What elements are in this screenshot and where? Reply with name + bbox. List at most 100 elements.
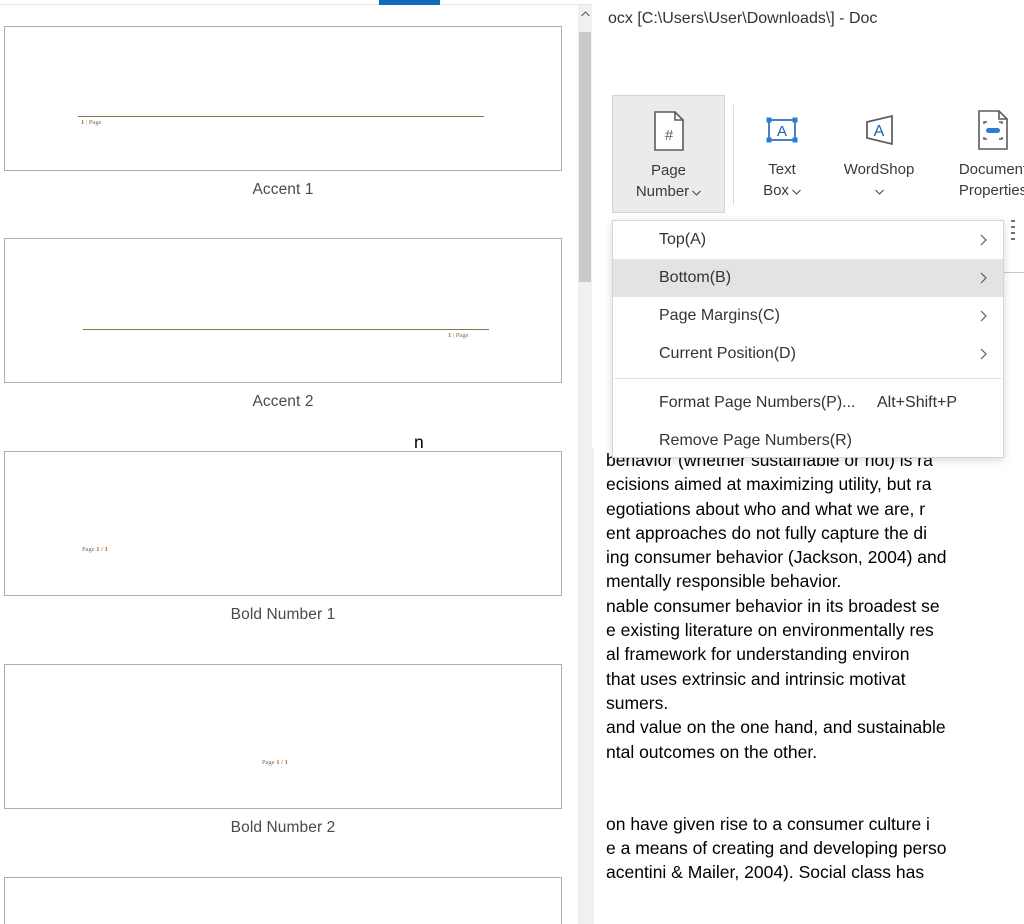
document-line: al framework for understanding environ: [606, 644, 910, 665]
chevron-right-icon: [980, 259, 987, 297]
gallery-item-label: Accent 1: [252, 181, 314, 198]
wordshop-icon: A: [858, 95, 900, 159]
document-line: sumers.: [606, 692, 669, 713]
menu-item-label: Bottom(B): [659, 269, 732, 286]
more-vertical-icon[interactable]: [1011, 220, 1017, 254]
menu-item-label: Current Position(D): [659, 345, 796, 362]
menu-item-page-margins[interactable]: Page Margins(C): [613, 297, 1003, 335]
page-label: Page: [82, 546, 97, 553]
document-window: ocx [C:\Users\User\Downloads\] - Doc # P…: [592, 0, 1024, 924]
gallery-item-accent-2[interactable]: 1 | Page Accent 2: [4, 238, 562, 412]
document-line: and value on the one hand, and sustainab…: [606, 717, 946, 738]
gallery-item-label: Bold Number 2: [230, 819, 336, 836]
wordshop-button[interactable]: A WordShop: [824, 95, 934, 213]
scroll-up-button[interactable]: [578, 5, 592, 22]
menu-item-remove-page-numbers[interactable]: Remove Page Numbers(R): [613, 422, 1003, 460]
gallery-item-accent-1[interactable]: 1 | Page Accent 1: [4, 26, 562, 200]
gallery-thumbnail[interactable]: Page 1 / 1: [4, 451, 562, 596]
chevron-down-icon[interactable]: [692, 181, 702, 202]
document-line: ntal outcomes on the other.: [606, 741, 818, 762]
dot: [1011, 220, 1015, 222]
chevron-right-icon: [980, 297, 987, 335]
gallery-item-bold-number-2[interactable]: Page 1 / 1 Bold Number 2: [4, 664, 562, 838]
page-number-word: Page: [88, 119, 102, 126]
document-line: egotiations about who and what we are, r: [606, 498, 926, 519]
text-box-button[interactable]: A Text Box: [744, 95, 820, 213]
document-paragraph: behavior (whether sustainable or not) is…: [592, 448, 1024, 594]
page-number-gallery-panel: 1 | Page Accent 1 1 | Page Accent 2 Page…: [0, 5, 593, 924]
menu-item-label: Page Margins(C): [659, 307, 780, 324]
thumbnail-page-number-text: Page 1 / 1: [82, 546, 108, 554]
menu-item-top[interactable]: Top(A): [613, 221, 1003, 259]
document-line: that uses extrinsic and intrinsic motiva…: [606, 668, 906, 689]
ribbon-right-divider: [1004, 272, 1024, 273]
chevron-down-icon[interactable]: [792, 180, 801, 201]
wordshop-button-dropdown-row: [874, 180, 884, 201]
thumbnail-page-number-text: 1 | Page: [81, 119, 101, 127]
document-properties-button[interactable]: Document Properties: [938, 95, 1024, 213]
dot: [1011, 226, 1015, 228]
page-number-menu[interactable]: Top(A) Bottom(B) Page Margins(C) Current…: [612, 220, 1004, 458]
ribbon-insert-group: # Page Number A Text Box A WordShop Docu…: [592, 95, 1024, 220]
page-number-icon: #: [652, 96, 686, 160]
gallery-item-partial[interactable]: [4, 877, 562, 924]
window-title: ocx [C:\Users\User\Downloads\] - Doc: [608, 10, 878, 27]
clipped-text-fragment: n: [414, 432, 424, 452]
svg-text:A: A: [777, 123, 787, 140]
document-paragraph: on have given rise to a consumer culture…: [592, 812, 1024, 885]
text-box-icon: A: [762, 95, 802, 159]
thumbnail-page-number-text: Page 1 / 1: [262, 759, 288, 767]
chevron-up-icon: [580, 10, 590, 17]
document-text-area[interactable]: behavior (whether sustainable or not) is…: [592, 448, 1024, 924]
page-label: Page: [262, 759, 277, 766]
chevron-right-icon: [980, 221, 987, 259]
document-properties-icon: [976, 95, 1010, 159]
document-line: on have given rise to a consumer culture…: [606, 813, 930, 834]
page-total-value: / 1: [279, 759, 288, 766]
gallery-item-label: Accent 2: [252, 393, 314, 410]
document-line: nable consumer behavior in its broadest …: [606, 595, 940, 616]
menu-item-current-position[interactable]: Current Position(D): [613, 335, 1003, 373]
gallery-thumbnail[interactable]: Page 1 / 1: [4, 664, 562, 809]
document-line: ing consumer behavior (Jackson, 2004) an…: [606, 547, 947, 568]
menu-item-label: Format Page Numbers(P)...: [659, 394, 856, 411]
svg-text:A: A: [874, 123, 885, 140]
page-total-value: / 1: [99, 546, 108, 553]
gallery-scrollbar[interactable]: [578, 5, 592, 924]
accent-rule: [78, 116, 484, 117]
gallery-item-bold-number-1[interactable]: Page 1 / 1 Bold Number 1: [4, 451, 562, 625]
document-line: ent approaches do not fully capture the …: [606, 522, 928, 543]
menu-item-shortcut: Alt+Shift+P: [877, 394, 958, 411]
gallery-item-label: Bold Number 1: [230, 606, 336, 623]
document-line: acentini & Mailer, 2004). Social class h…: [606, 862, 925, 883]
document-properties-button-label-line1: Document: [958, 161, 1024, 178]
document-line: mentally responsible behavior.: [606, 571, 842, 592]
page-number-button-label-text: Number: [635, 183, 690, 200]
document-properties-button-label-line2: Properties: [958, 182, 1024, 199]
title-bar: ocx [C:\Users\User\Downloads\] - Doc: [592, 0, 1024, 40]
menu-item-format-page-numbers[interactable]: Format Page Numbers(P)... Alt+Shift+P: [613, 384, 1003, 422]
text-box-button-label-line2: Box: [763, 180, 801, 201]
document-line: e existing literature on environmentally…: [606, 620, 934, 641]
document-paragraph: and value on the one hand, and sustainab…: [592, 715, 1024, 764]
chevron-down-icon[interactable]: [874, 180, 884, 201]
menu-separator: [614, 378, 1002, 379]
menu-item-label: Remove Page Numbers(R): [659, 432, 852, 449]
dot: [1011, 238, 1015, 240]
ribbon-group-separator: [733, 105, 734, 205]
document-line: ecisions aimed at maximizing utility, bu…: [606, 474, 932, 495]
accent-rule: [83, 329, 489, 330]
dot: [1011, 232, 1015, 234]
wordshop-button-label: WordShop: [843, 161, 915, 178]
page-number-button[interactable]: # Page Number: [612, 95, 725, 213]
gallery-thumbnail[interactable]: 1 | Page: [4, 26, 562, 171]
scrollbar-thumb[interactable]: [579, 32, 591, 282]
text-box-button-label-line1: Text: [768, 161, 796, 178]
gallery-thumbnail[interactable]: 1 | Page: [4, 238, 562, 383]
menu-item-bottom[interactable]: Bottom(B): [613, 259, 1003, 297]
gallery-thumbnail[interactable]: [4, 877, 562, 924]
thumbnail-page-number-text: 1 | Page: [448, 332, 468, 340]
text-box-button-label-text: Box: [763, 182, 789, 199]
